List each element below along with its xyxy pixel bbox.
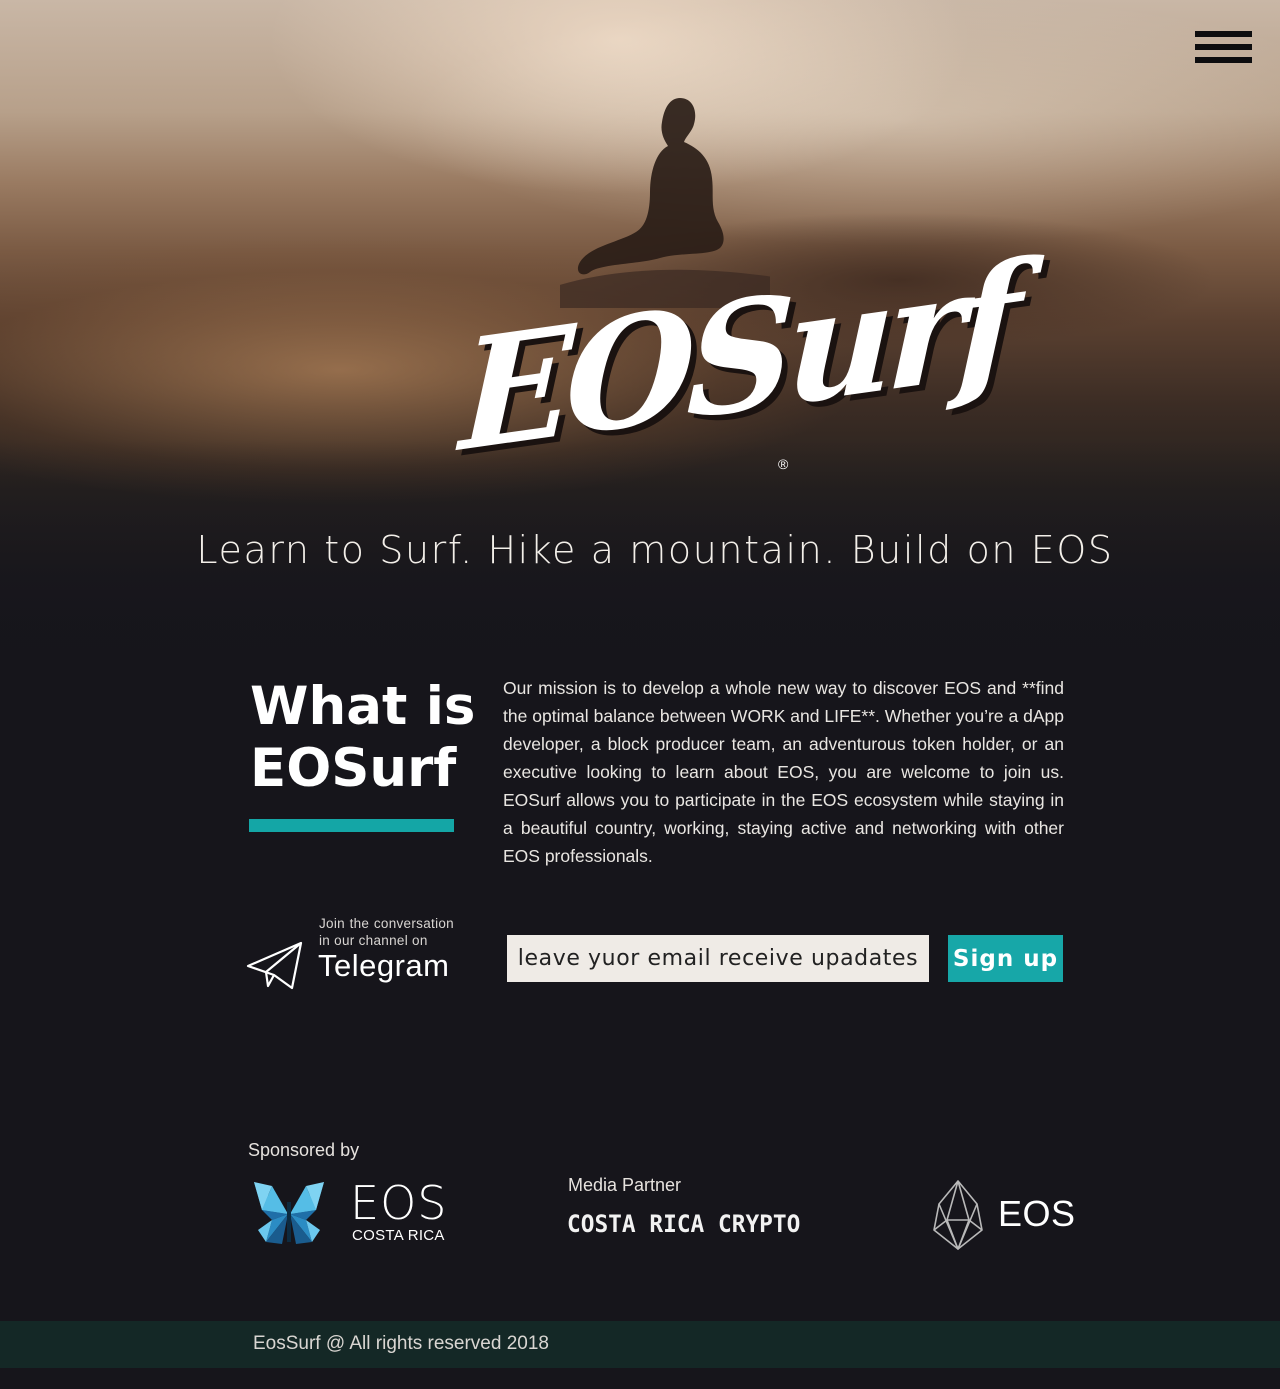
hamburger-menu-icon[interactable] (1195, 31, 1252, 69)
footer: EosSurf @ All rights reserved 2018 (0, 1321, 1280, 1368)
section-title: What is EOSurf (250, 676, 480, 800)
sponsored-by-label: Sponsored by (248, 1140, 360, 1160)
mission-paragraph: Our mission is to develop a whole new wa… (503, 678, 1064, 866)
sign-up-button[interactable]: Sign up (948, 935, 1063, 982)
title-underline-bar (249, 819, 454, 832)
footer-copyright: EosSurf @ All rights reserved 2018 (253, 1333, 549, 1354)
section-title-line2: EOSurf (250, 738, 457, 799)
email-input[interactable] (507, 935, 929, 982)
sponsor-subname: COSTA RICA (352, 1227, 445, 1244)
butterfly-icon (254, 1182, 324, 1244)
telegram-link[interactable]: Telegram (318, 948, 450, 984)
registered-mark: ® (778, 456, 789, 472)
eos-crystal-icon (933, 1180, 983, 1250)
hero-tagline: Learn to Surf. Hike a mountain. Build on… (196, 528, 1114, 572)
hero-section: EOSurf ® Learn to Surf. Hike a mountain.… (0, 0, 1280, 700)
eosurf-logo: EOSurf ® (440, 230, 1017, 510)
section-title-line1: What is (250, 676, 476, 737)
media-partner-label: Media Partner (568, 1175, 682, 1195)
sponsor-name: EOS (350, 1176, 448, 1230)
paper-plane-icon[interactable] (246, 940, 304, 992)
telegram-invite-text: Join the conversation in our channel on (319, 916, 454, 948)
eos-label: EOS (998, 1193, 1076, 1234)
media-partner-logo: COSTA RICA CRYPTO (567, 1210, 801, 1238)
